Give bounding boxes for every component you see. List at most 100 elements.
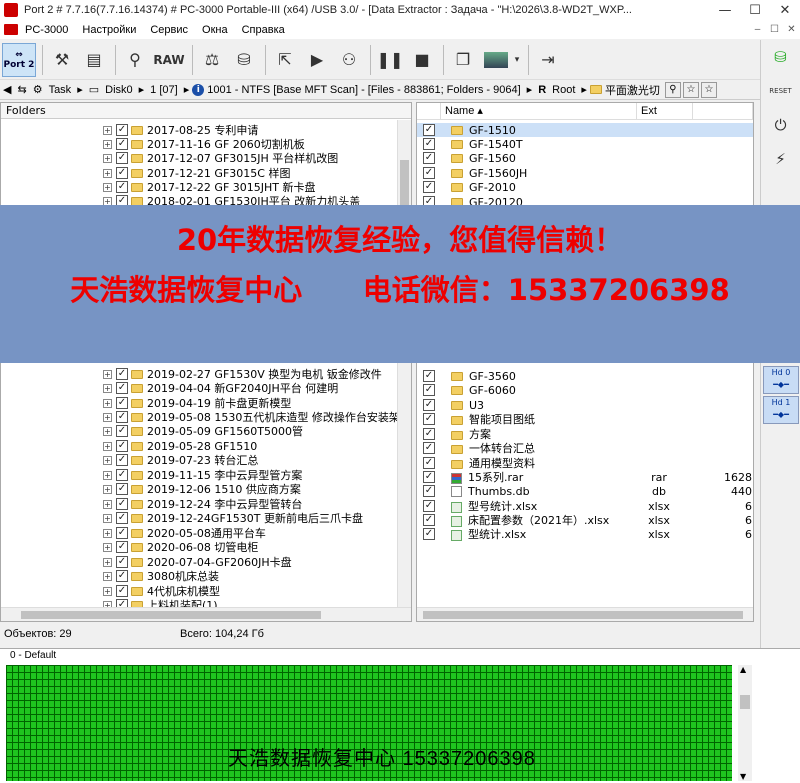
folder-tree-row[interactable]: + ✓ 2017-08-25 专利申请 (103, 123, 258, 137)
row-checkbox[interactable]: ✓ (116, 152, 128, 164)
folder-tree-row[interactable]: + ✓ 2017-12-21 GF3015C 样图 (103, 166, 290, 180)
row-checkbox[interactable]: ✓ (116, 124, 128, 136)
folder-tree-row[interactable]: + ✓ 2019-11-15 李中云异型管方案 (103, 468, 302, 482)
search-icon[interactable]: ⚲ (664, 81, 681, 98)
breadcrumb-root[interactable]: Root (549, 84, 578, 96)
row-checkbox[interactable]: ✓ (116, 527, 128, 539)
folder-tree-row[interactable]: + ✓ 2019-12-06 1510 供应商方案 (103, 482, 301, 496)
windows-icon[interactable]: ❐ (448, 43, 478, 77)
scales-icon[interactable]: ⚖ (197, 43, 227, 77)
row-checkbox[interactable]: ✓ (423, 413, 435, 425)
exit-icon[interactable]: ⇥ (533, 43, 563, 77)
row-checkbox[interactable]: ✓ (423, 124, 435, 136)
row-checkbox[interactable]: ✓ (423, 181, 435, 193)
breadcrumb-task[interactable]: Task (46, 84, 75, 96)
row-checkbox[interactable]: ✓ (423, 399, 435, 411)
menu-help[interactable]: Справка (235, 24, 292, 36)
row-checkbox[interactable]: ✓ (116, 425, 128, 437)
row-checkbox[interactable]: ✓ (116, 556, 128, 568)
expand-icon[interactable]: + (103, 441, 112, 451)
row-checkbox[interactable]: ✓ (116, 138, 128, 150)
favorite-icon[interactable]: ☆ (682, 81, 699, 98)
expand-icon[interactable]: + (103, 182, 112, 192)
file-row[interactable]: ✓ 型号统计.xlsx xlsx 6 (417, 499, 753, 513)
hd0-button[interactable]: Hd 0 ━◆━ (763, 366, 799, 394)
export-icon[interactable]: ⇱ (270, 43, 300, 77)
row-checkbox[interactable]: ✓ (116, 181, 128, 193)
file-row[interactable]: ✓ 型统计.xlsx xlsx 6 (417, 527, 753, 541)
row-checkbox[interactable]: ✓ (116, 498, 128, 510)
breadcrumb-filesystem[interactable]: 1001 - NTFS [Base MFT Scan] - [Files - 8… (204, 84, 523, 96)
document-icon[interactable]: ▤ (79, 43, 109, 77)
expand-icon[interactable]: + (103, 586, 112, 596)
folder-tree-row[interactable]: + ✓ 2017-12-22 GF 3015JHT 新卡盘 (103, 180, 316, 194)
expand-icon[interactable]: + (103, 484, 112, 494)
folder-tree-row[interactable]: + ✓ 2019-05-09 GF1560T5000管 (103, 424, 303, 438)
power-icon[interactable]: ⏻ (761, 108, 800, 142)
row-checkbox[interactable]: ✓ (423, 457, 435, 469)
network-icon[interactable]: ⚇ (334, 43, 364, 77)
row-checkbox[interactable]: ✓ (423, 370, 435, 382)
file-row[interactable]: ✓ 通用模型资料 (417, 456, 753, 470)
binoculars-icon[interactable]: ⚲ (120, 43, 150, 77)
raw-button[interactable]: RAW (152, 43, 186, 77)
menu-pc3000[interactable]: PC-3000 (18, 24, 75, 36)
scroll-thumb[interactable] (740, 695, 750, 709)
row-checkbox[interactable]: ✓ (423, 485, 435, 497)
row-checkbox[interactable]: ✓ (116, 585, 128, 597)
row-checkbox[interactable]: ✓ (116, 411, 128, 423)
breadcrumb-folder[interactable]: 平面激光切 (602, 82, 663, 98)
folder-tree-row[interactable]: + ✓ 2017-12-07 GF3015JH 平台样机改图 (103, 151, 338, 165)
row-checkbox[interactable]: ✓ (116, 368, 128, 380)
database-icon[interactable]: ⛁ (761, 40, 800, 74)
expand-icon[interactable]: + (103, 499, 112, 509)
scroll-thumb[interactable] (423, 611, 743, 619)
forward-icon[interactable]: ⇆ (14, 83, 29, 96)
row-checkbox[interactable]: ✓ (116, 570, 128, 582)
expand-icon[interactable]: + (103, 383, 112, 393)
expand-icon[interactable]: + (103, 168, 112, 178)
expand-icon[interactable]: + (103, 557, 112, 567)
map-vertical-scrollbar[interactable]: ▲ ▼ (738, 665, 752, 781)
row-checkbox[interactable]: ✓ (423, 138, 435, 150)
scroll-up-icon[interactable]: ▲ (740, 665, 746, 674)
expand-icon[interactable]: + (103, 528, 112, 538)
folder-tree-row[interactable]: + ✓ 上料机装配(1) (103, 598, 218, 607)
file-row[interactable]: ✓ GF-1540T (417, 137, 753, 151)
dropdown-arrow-icon[interactable]: ▾ (512, 43, 522, 77)
file-row[interactable]: ✓ GF-2010 (417, 180, 753, 194)
star-icon[interactable]: ☆ (700, 81, 717, 98)
row-checkbox[interactable]: ✓ (116, 454, 128, 466)
row-checkbox[interactable]: ✓ (423, 528, 435, 540)
file-row[interactable]: ✓ GF-6060 (417, 383, 753, 397)
scroll-down-icon[interactable]: ▼ (740, 772, 746, 781)
row-checkbox[interactable]: ✓ (423, 500, 435, 512)
file-row[interactable]: ✓ Thumbs.db db 440 (417, 484, 753, 498)
row-checkbox[interactable]: ✓ (423, 384, 435, 396)
row-checkbox[interactable]: ✓ (116, 167, 128, 179)
folder-tree-row[interactable]: + ✓ 2019-05-08 1530五代机床造型 修改操作台安装架 (103, 410, 397, 424)
file-row[interactable]: ✓ GF-1560JH (417, 166, 753, 180)
row-checkbox[interactable]: ✓ (116, 541, 128, 553)
folder-tree-row[interactable]: + ✓ 2019-07-23 转台汇总 (103, 453, 258, 467)
row-checkbox[interactable]: ✓ (423, 167, 435, 179)
tools-icon[interactable]: ⚒ (47, 43, 77, 77)
row-checkbox[interactable]: ✓ (116, 397, 128, 409)
expand-icon[interactable]: + (103, 412, 112, 422)
row-checkbox[interactable]: ✓ (423, 514, 435, 526)
expand-icon[interactable]: + (103, 571, 112, 581)
row-checkbox[interactable]: ✓ (116, 512, 128, 524)
expand-icon[interactable]: + (103, 153, 112, 163)
folder-tree-row[interactable]: + ✓ 3080机床总装 (103, 569, 219, 583)
folder-tree-row[interactable]: + ✓ 2017-11-16 GF 2060切割机板 (103, 137, 305, 151)
breadcrumb-disk[interactable]: Disk0 (102, 84, 136, 96)
menu-settings[interactable]: Настройки (75, 24, 143, 36)
row-checkbox[interactable]: ✓ (116, 483, 128, 495)
row-checkbox[interactable]: ✓ (116, 469, 128, 481)
folder-tree-row[interactable]: + ✓ 2019-12-24GF1530T 更新前电后三爪卡盘 (103, 511, 363, 525)
voltage-icon[interactable]: ⚡ (761, 142, 800, 176)
breadcrumb-partition[interactable]: 1 [07] (147, 84, 181, 96)
row-checkbox[interactable]: ✓ (423, 471, 435, 483)
row-checkbox[interactable]: ✓ (423, 428, 435, 440)
play-icon[interactable]: ▶ (302, 43, 332, 77)
